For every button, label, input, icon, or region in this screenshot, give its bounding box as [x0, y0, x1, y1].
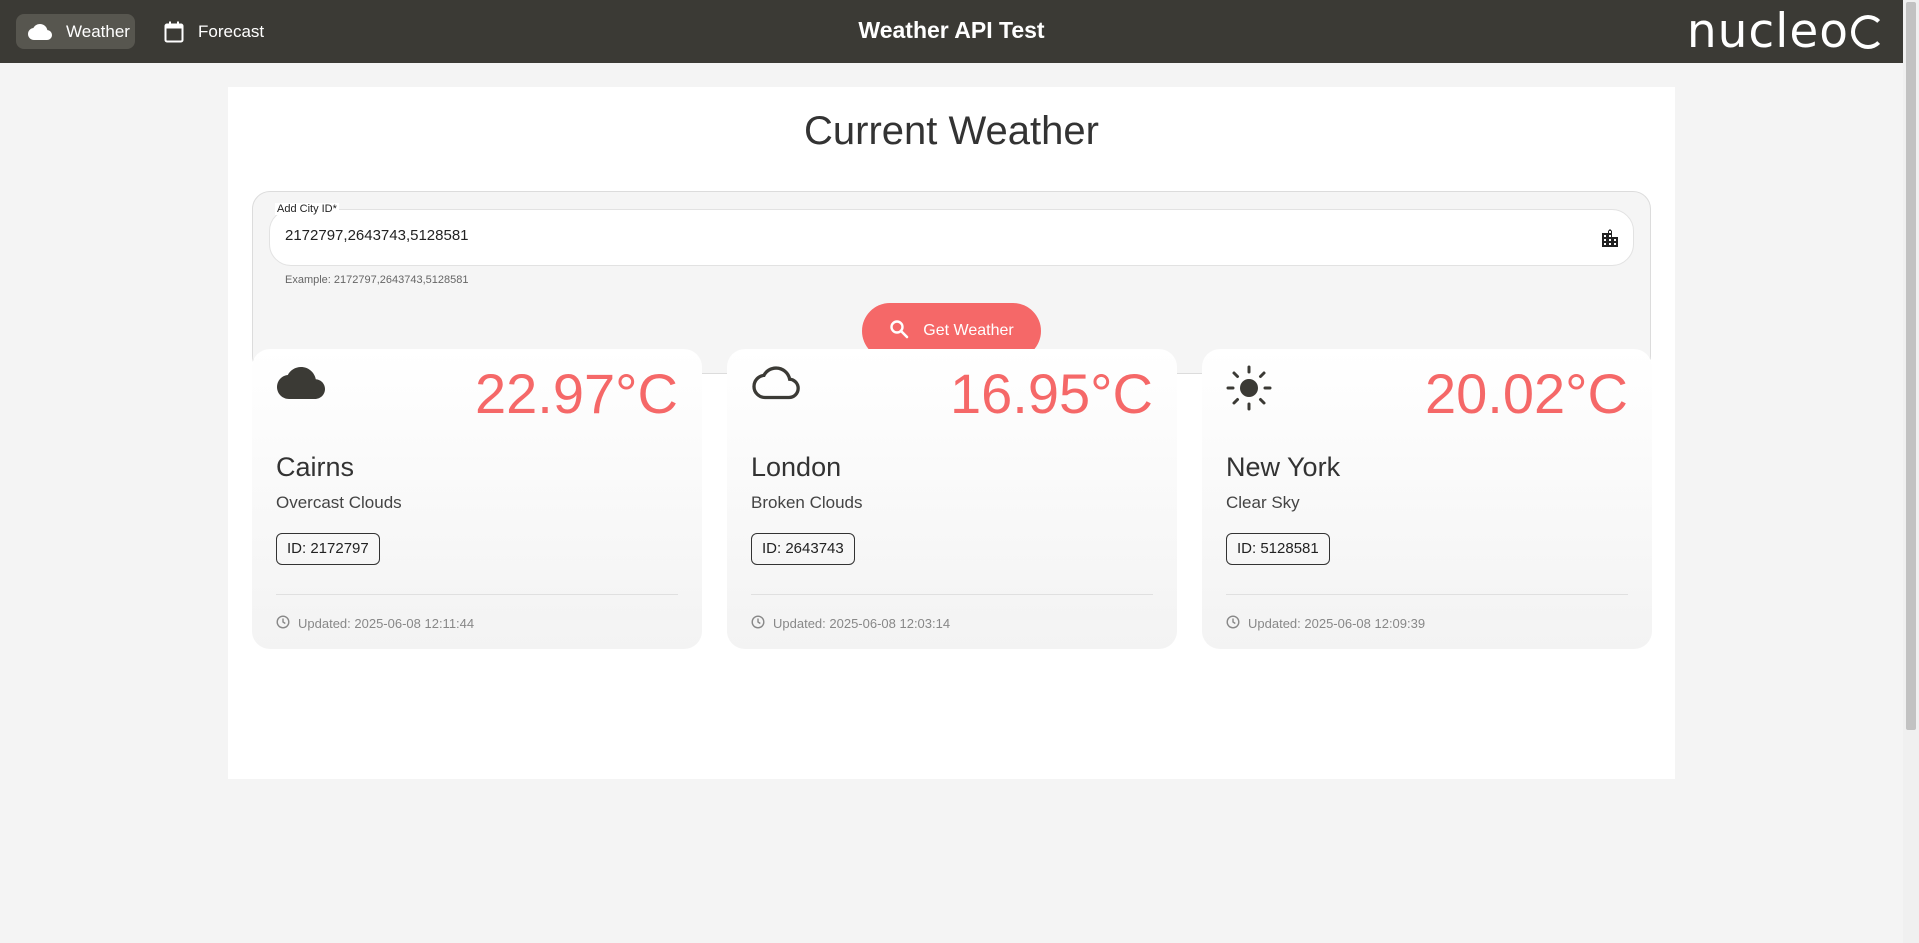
- updated-row: Updated: 2025-06-08 12:09:39: [1226, 615, 1425, 632]
- weather-description: Clear Sky: [1226, 493, 1300, 512]
- top-app-bar: Weather Forecast Weather API Test nucleo: [0, 0, 1903, 63]
- clock-icon: [1226, 615, 1240, 632]
- cloud-outline-icon: [751, 365, 801, 406]
- city-name: New York: [1226, 452, 1341, 482]
- weather-card-cairns: 22.97°C Cairns Overcast Clouds ID: 21727…: [252, 349, 702, 649]
- sun-icon: [1226, 365, 1272, 416]
- app-title: Weather API Test: [858, 17, 1045, 43]
- city-name: London: [751, 452, 842, 482]
- divider: [751, 594, 1153, 595]
- nucleo-logo: nucleo: [1687, 4, 1885, 59]
- scrollbar-thumb[interactable]: [1906, 2, 1916, 730]
- temperature: 16.95°C: [950, 362, 1153, 425]
- city-id-badge: ID: 2172797: [276, 533, 380, 565]
- clock-icon: [751, 615, 765, 632]
- clock-icon: [276, 615, 290, 632]
- city-name: Cairns: [276, 452, 355, 482]
- temperature: 22.97°C: [475, 362, 678, 425]
- logo-text: nucleo: [1686, 4, 1849, 59]
- city-id-input[interactable]: 2172797,2643743,5128581: [285, 227, 469, 244]
- updated-time: Updated: 2025-06-08 12:11:44: [298, 616, 475, 631]
- city-id-label: Add City ID*: [275, 203, 339, 215]
- city-id-field[interactable]: 2172797,2643743,5128581: [269, 209, 1634, 266]
- weather-description: Overcast Clouds: [276, 493, 402, 512]
- divider: [1226, 594, 1628, 595]
- updated-row: Updated: 2025-06-08 12:11:44: [276, 615, 474, 632]
- page-scrollbar[interactable]: [1903, 0, 1919, 943]
- city-id-badge: ID: 2643743: [751, 533, 855, 565]
- updated-time: Updated: 2025-06-08 12:09:39: [1248, 616, 1426, 631]
- divider: [276, 594, 678, 595]
- city-id-badge: ID: 5128581: [1226, 533, 1330, 565]
- cloud-filled-icon: [276, 365, 326, 406]
- search-icon: [889, 319, 909, 344]
- page-title: Current Weather: [804, 109, 1099, 153]
- city-id-hint: Example: 2172797,2643743,5128581: [285, 274, 469, 286]
- city-form: 2172797,2643743,5128581 Add City ID* Exa…: [252, 191, 1651, 374]
- updated-time: Updated: 2025-06-08 12:03:14: [773, 616, 951, 631]
- weather-card-london: 16.95°C London Broken Clouds ID: 2643743…: [727, 349, 1177, 649]
- weather-card-new-york: 20.02°C New York Clear Sky ID: 5128581 U…: [1202, 349, 1652, 649]
- updated-row: Updated: 2025-06-08 12:03:14: [751, 615, 950, 632]
- weather-description: Broken Clouds: [751, 493, 863, 512]
- get-weather-label: Get Weather: [923, 322, 1014, 339]
- location-city-icon: [1601, 229, 1619, 252]
- temperature: 20.02°C: [1425, 362, 1628, 425]
- logo-ring-icon: [1851, 15, 1885, 49]
